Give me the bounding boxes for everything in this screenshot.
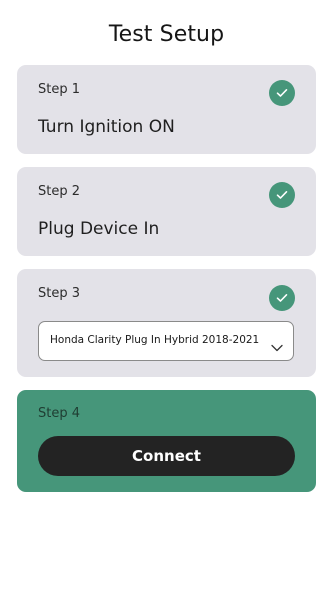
step-2-instruction: Plug Device In [38,219,160,239]
step-1-card: Step 1 Turn Ignition ON [17,65,316,154]
page-title: Test Setup [108,22,225,47]
connect-button[interactable]: Connect [38,436,295,476]
step-1-instruction: Turn Ignition ON [38,117,175,137]
step-2-card: Step 2 Plug Device In [17,167,316,256]
chevron-down-icon [271,337,283,356]
step-2-label: Step 2 [38,184,81,199]
step-3-card: Step 3 Honda Clarity Plug In Hybrid 2018… [17,269,316,377]
vehicle-select-value: Honda Clarity Plug In Hybrid 2018-2021 [50,334,260,346]
step-4-card: Step 4 Connect [17,390,316,492]
step-1-label: Step 1 [38,82,81,97]
step-1-check-icon [269,80,295,106]
step-3-check-icon [269,285,295,311]
step-3-label: Step 3 [38,286,81,301]
vehicle-select[interactable]: Honda Clarity Plug In Hybrid 2018-2021 [38,321,294,361]
step-2-check-icon [269,182,295,208]
step-4-label: Step 4 [38,406,81,421]
